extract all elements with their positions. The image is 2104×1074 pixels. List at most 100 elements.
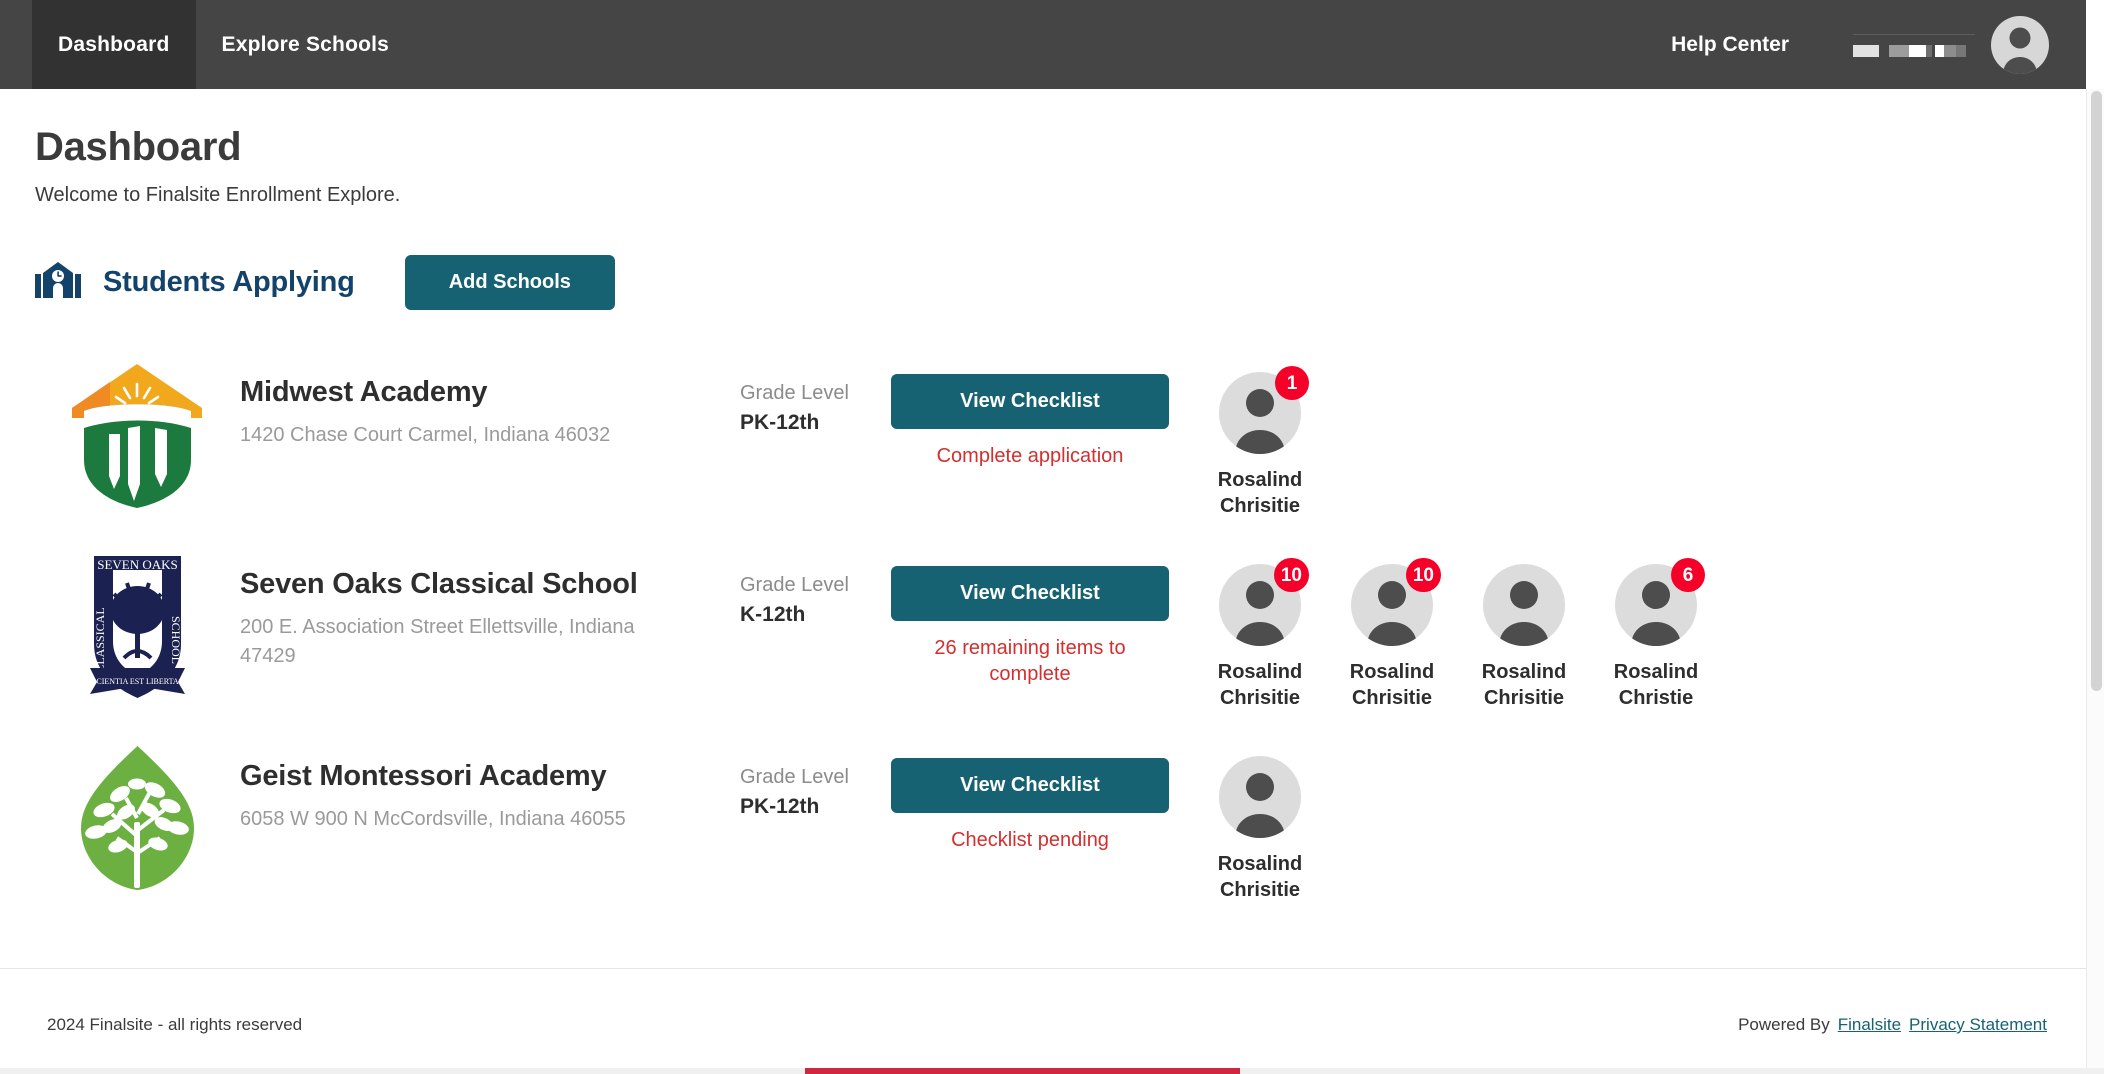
student-avatar-item[interactable]: Rosalind Chrisitie (1474, 564, 1574, 711)
school-name: Midwest Academy (240, 376, 488, 408)
svg-text:CLASSICAL: CLASSICAL (93, 607, 107, 672)
student-avatar-wrap: 10 (1219, 558, 1309, 646)
view-checklist-button[interactable]: View Checklist (891, 566, 1169, 621)
student-name: Rosalind Christie (1613, 661, 1699, 709)
grade-level-label: Grade Level (740, 574, 849, 596)
nav-item-explore-schools-label: Explore Schools (221, 32, 390, 56)
grade-level-value: PK-12th (740, 795, 820, 818)
student-avatar-wrap: 6 (1615, 558, 1705, 646)
school-address: 6058 W 900 N McCordsville, Indiana 46055 (240, 808, 626, 830)
svg-text:SCIENTIA EST LIBERTAS: SCIENTIA EST LIBERTAS (92, 677, 183, 686)
student-avatar-item[interactable]: 6 Rosalind Christie (1606, 558, 1706, 711)
finalsite-link[interactable]: Finalsite (1838, 1015, 1901, 1035)
students-cell: 1 Rosalind Chrisitie (1170, 352, 2086, 519)
student-badge-count: 10 (1273, 558, 1309, 592)
top-navigation-bar: Dashboard Explore Schools Help Center (0, 0, 2086, 89)
school-address: 200 E. Association Street Ellettsville, … (240, 616, 635, 667)
vertical-scrollbar[interactable] (2086, 89, 2104, 1074)
student-avatar-wrap: 10 (1351, 558, 1441, 646)
student-avatar-item[interactable]: 1 Rosalind Chrisitie (1210, 366, 1310, 519)
grade-level-label: Grade Level (740, 766, 849, 788)
student-badge-count: 1 (1275, 366, 1309, 400)
school-address: 1420 Chase Court Carmel, Indiana 46032 (240, 424, 611, 446)
help-center-label: Help Center (1671, 32, 1789, 56)
grade-level-label: Grade Level (740, 382, 849, 404)
checklist-status: Complete application (936, 445, 1124, 467)
svg-text:SCHOOL: SCHOOL (169, 616, 183, 664)
section-title: Students Applying (103, 266, 355, 298)
student-avatar-icon (1219, 756, 1301, 838)
grade-level-cell: Grade Level K-12th (740, 544, 890, 627)
checklist-cell: View Checklist Checklist pending (890, 736, 1170, 853)
svg-text:SEVEN OAKS: SEVEN OAKS (97, 557, 178, 572)
user-name-redacted (1853, 28, 1975, 62)
student-badge-count: 10 (1405, 558, 1441, 592)
checklist-status: Checklist pending (951, 829, 1109, 851)
school-info-cell: Geist Montessori Academy 6058 W 900 N Mc… (240, 736, 740, 834)
student-name: Rosalind Chrisitie (1217, 469, 1303, 517)
view-checklist-button[interactable]: View Checklist (891, 758, 1169, 813)
redaction-rule (1853, 33, 1975, 35)
grade-level-value: K-12th (740, 603, 806, 626)
grade-level-cell: Grade Level PK-12th (740, 352, 890, 435)
add-schools-button[interactable]: Add Schools (404, 255, 615, 310)
nav-item-dashboard-label: Dashboard (58, 32, 170, 56)
school-name: Seven Oaks Classical School (240, 568, 638, 600)
checklist-cell: View Checklist 26 remaining items to com… (890, 544, 1170, 687)
checklist-cell: View Checklist Complete application (890, 352, 1170, 469)
main-content: Dashboard Welcome to Finalsite Enrollmen… (0, 89, 2086, 928)
midwest-academy-shield-logo (60, 356, 215, 511)
students-cell: 10 Rosalind Chrisitie 10 Rosalind Chrisi… (1170, 544, 2086, 711)
nav-item-explore-schools[interactable]: Explore Schools (196, 0, 416, 89)
school-row: Midwest Academy 1420 Chase Court Carmel,… (0, 352, 2086, 544)
seven-oaks-classical-crest-logo: SEVEN OAKS CLASSICAL SCHOOL SCIENTIA EST… (60, 548, 215, 703)
footer-credits: Powered By Finalsite Privacy Statement (1738, 1015, 2047, 1035)
students-cell: Rosalind Chrisitie (1170, 736, 2086, 903)
school-row: Geist Montessori Academy 6058 W 900 N Mc… (0, 736, 2086, 928)
student-avatar-item[interactable]: 10 Rosalind Chrisitie (1342, 558, 1442, 711)
school-building-clock-icon (35, 260, 81, 306)
student-avatar-item[interactable]: 10 Rosalind Chrisitie (1210, 558, 1310, 711)
page-header: Dashboard Welcome to Finalsite Enrollmen… (0, 89, 2086, 207)
scrollbar-thumb[interactable] (2091, 91, 2102, 691)
student-avatar-item[interactable]: Rosalind Chrisitie (1210, 756, 1310, 903)
nav-right-cluster: Help Center (1671, 0, 2086, 89)
student-avatar-icon (1483, 564, 1565, 646)
nav-items: Dashboard Explore Schools (32, 0, 415, 89)
redaction-blocks (1853, 44, 1966, 57)
checklist-status: 26 remaining items to complete (934, 637, 1126, 685)
geist-montessori-leaf-tree-logo (60, 740, 215, 895)
grade-level-value: PK-12th (740, 411, 820, 434)
student-name: Rosalind Chrisitie (1349, 661, 1435, 709)
privacy-statement-link[interactable]: Privacy Statement (1909, 1015, 2047, 1035)
school-logo-cell (35, 736, 240, 895)
school-row: SEVEN OAKS CLASSICAL SCHOOL SCIENTIA EST… (0, 544, 2086, 736)
user-avatar-icon[interactable] (1991, 15, 2049, 74)
student-badge-count: 6 (1671, 558, 1705, 592)
powered-by-label: Powered By (1738, 1015, 1830, 1034)
student-name: Rosalind Chrisitie (1217, 661, 1303, 709)
page-footer: 2024 Finalsite - all rights reserved Pow… (0, 969, 2086, 1074)
footer-copyright: 2024 Finalsite - all rights reserved (47, 1015, 303, 1034)
page-title: Dashboard (35, 125, 242, 169)
user-menu[interactable] (1853, 15, 2049, 74)
student-avatar-wrap (1219, 756, 1301, 838)
bottom-red-indicator (805, 1068, 1240, 1074)
dashboard-page: Dashboard Explore Schools Help Center Da… (0, 0, 2104, 1074)
school-info-cell: Midwest Academy 1420 Chase Court Carmel,… (240, 352, 740, 450)
school-logo-cell (35, 352, 240, 511)
school-name: Geist Montessori Academy (240, 760, 607, 792)
help-center-link[interactable]: Help Center (1671, 33, 1789, 57)
school-info-cell: Seven Oaks Classical School 200 E. Assoc… (240, 544, 740, 671)
student-name: Rosalind Chrisitie (1217, 853, 1303, 901)
student-name: Rosalind Chrisitie (1481, 661, 1567, 709)
page-subtitle: Welcome to Finalsite Enrollment Explore. (35, 184, 401, 206)
view-checklist-button[interactable]: View Checklist (891, 374, 1169, 429)
school-list: Midwest Academy 1420 Chase Court Carmel,… (0, 352, 2086, 928)
students-applying-header: Students Applying Add Schools (35, 255, 2086, 310)
student-avatar-wrap (1483, 564, 1565, 646)
student-avatar-wrap: 1 (1219, 366, 1309, 454)
grade-level-cell: Grade Level PK-12th (740, 736, 890, 819)
nav-item-dashboard[interactable]: Dashboard (32, 0, 196, 89)
school-logo-cell: SEVEN OAKS CLASSICAL SCHOOL SCIENTIA EST… (35, 544, 240, 703)
